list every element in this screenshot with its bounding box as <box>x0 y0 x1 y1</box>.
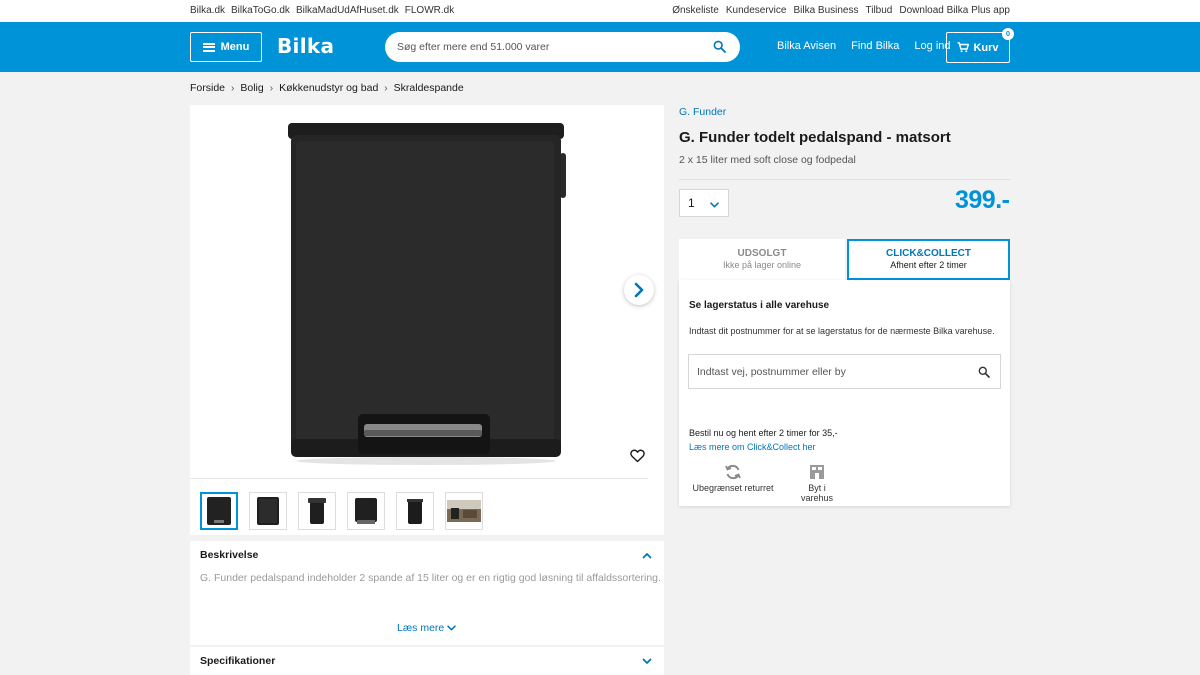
product-title: G. Funder todelt pedalspand - matsort <box>679 129 951 146</box>
chevron-right-icon: › <box>269 82 274 94</box>
menu-button[interactable]: Menu <box>190 32 262 62</box>
refresh-icon <box>691 463 775 483</box>
menu-label: Menu <box>220 41 250 53</box>
chevron-down-icon[interactable] <box>642 656 652 668</box>
search-bar <box>385 32 740 62</box>
tab-click-collect[interactable]: CLICK&COLLECT Afhent efter 2 timer <box>847 239 1010 280</box>
search-icon[interactable] <box>713 40 726 56</box>
breadcrumb-home[interactable]: Forside <box>190 82 225 94</box>
thumbnail-2[interactable] <box>249 492 287 530</box>
feature-returns-label: Ubegrænset returret <box>692 483 774 493</box>
cart-icon <box>957 42 970 53</box>
chevron-right-icon: › <box>231 82 235 94</box>
stock-status-panel: Se lagerstatus i alle varehuse Indtast d… <box>679 280 1010 506</box>
link-bilka[interactable]: Bilka.dk <box>190 5 225 16</box>
link-download-app[interactable]: Download Bilka Plus app <box>899 5 1010 16</box>
divider <box>190 478 648 479</box>
divider <box>679 179 1010 180</box>
click-collect-info-link[interactable]: Læs mere om Click&Collect her <box>689 442 816 452</box>
feature-returns: Ubegrænset returret <box>691 463 775 493</box>
breadcrumb: Forside › Bolig › Køkkenudstyr og bad › … <box>190 82 464 94</box>
description-title: Beskrivelse <box>200 549 259 561</box>
chevron-right-icon: › <box>384 82 388 94</box>
read-more-link[interactable]: Læs mere <box>397 622 457 634</box>
link-customer-service[interactable]: Kundeservice <box>726 5 787 16</box>
next-image-button[interactable] <box>624 275 654 305</box>
tab-soldout-title: UDSOLGT <box>737 248 787 259</box>
chevron-down-icon <box>710 199 719 211</box>
header-nav: Bilka Avisen Find Bilka Log ind <box>777 40 951 52</box>
read-more-label: Læs mere <box>397 622 445 634</box>
breadcrumb-bins[interactable]: Skraldespande <box>394 82 464 94</box>
sister-sites-links: Bilka.dk BilkaToGo.dk BilkaMadUdAfHuset.… <box>190 5 454 16</box>
link-bilka-avisen[interactable]: Bilka Avisen <box>777 40 836 52</box>
tab-cc-title: CLICK&COLLECT <box>886 248 971 259</box>
product-gallery <box>190 105 664 535</box>
product-price: 399.- <box>955 186 1010 214</box>
thumbnail-strip <box>200 492 483 530</box>
specifications-title: Specifikationer <box>200 655 276 667</box>
store-search-box <box>688 354 1001 389</box>
utility-links: Ønskeliste Kundeservice Bilka Business T… <box>672 5 1010 16</box>
chevron-down-icon <box>447 625 457 631</box>
product-subtitle: 2 x 15 liter med soft close og fodpedal <box>679 154 856 166</box>
feature-exchange: Byt i varehus <box>791 463 843 503</box>
search-input[interactable] <box>397 32 697 62</box>
quantity-value: 1 <box>688 196 695 210</box>
stock-text: Indtast dit postnummer for at se lagerst… <box>689 326 995 336</box>
cart-count-badge: 0 <box>1002 28 1014 40</box>
product-image[interactable] <box>288 121 568 470</box>
description-text: G. Funder pedalspand indeholder 2 spande… <box>200 572 661 584</box>
thumbnail-5[interactable] <box>396 492 434 530</box>
cart-label: Kurv <box>973 41 999 54</box>
hamburger-icon <box>202 42 215 52</box>
pickup-info: Bestil nu og hent efter 2 timer for 35,- <box>689 428 838 438</box>
link-bilka-business[interactable]: Bilka Business <box>793 5 858 16</box>
bilka-logo[interactable]: Bilka <box>277 34 334 58</box>
link-bilkamadudafhuset[interactable]: BilkaMadUdAfHuset.dk <box>296 5 399 16</box>
tab-cc-sub: Afhent efter 2 timer <box>890 260 967 270</box>
top-strip: Bilka.dk BilkaToGo.dk BilkaMadUdAfHuset.… <box>0 0 1200 22</box>
thumbnail-4[interactable] <box>347 492 385 530</box>
thumbnail-6[interactable] <box>445 492 483 530</box>
stock-title: Se lagerstatus i alle varehuse <box>689 300 830 311</box>
product-brand-link[interactable]: G. Funder <box>679 106 726 118</box>
link-offers[interactable]: Tilbud <box>866 5 893 16</box>
description-section: Beskrivelse G. Funder pedalspand indehol… <box>190 541 664 645</box>
link-find-bilka[interactable]: Find Bilka <box>851 40 899 52</box>
search-icon[interactable] <box>978 366 990 381</box>
quantity-select[interactable]: 1 <box>679 189 729 217</box>
tab-soldout-sub: Ikke på lager online <box>722 260 802 270</box>
thumbnail-1[interactable] <box>200 492 238 530</box>
tab-online-delivery[interactable]: UDSOLGT Ikke på lager online <box>679 239 845 280</box>
heart-icon[interactable] <box>630 449 645 466</box>
feature-exchange-label: Byt i varehus <box>800 483 834 503</box>
chevron-up-icon[interactable] <box>642 550 652 562</box>
specifications-section[interactable]: Specifikationer <box>190 647 664 675</box>
cart-button[interactable]: Kurv 0 <box>946 28 1014 63</box>
store-icon <box>791 463 843 483</box>
chevron-right-icon <box>634 282 644 298</box>
main-header: Menu Bilka Bilka Avisen Find Bilka Log i… <box>0 22 1200 72</box>
link-flowr[interactable]: FLOWR.dk <box>405 5 454 16</box>
breadcrumb-bolig[interactable]: Bolig <box>240 82 263 94</box>
thumbnail-3[interactable] <box>298 492 336 530</box>
breadcrumb-kitchen[interactable]: Køkkenudstyr og bad <box>279 82 378 94</box>
store-search-input[interactable] <box>697 355 977 388</box>
link-wishlist[interactable]: Ønskeliste <box>672 5 719 16</box>
link-bilkatogo[interactable]: BilkaToGo.dk <box>231 5 290 16</box>
